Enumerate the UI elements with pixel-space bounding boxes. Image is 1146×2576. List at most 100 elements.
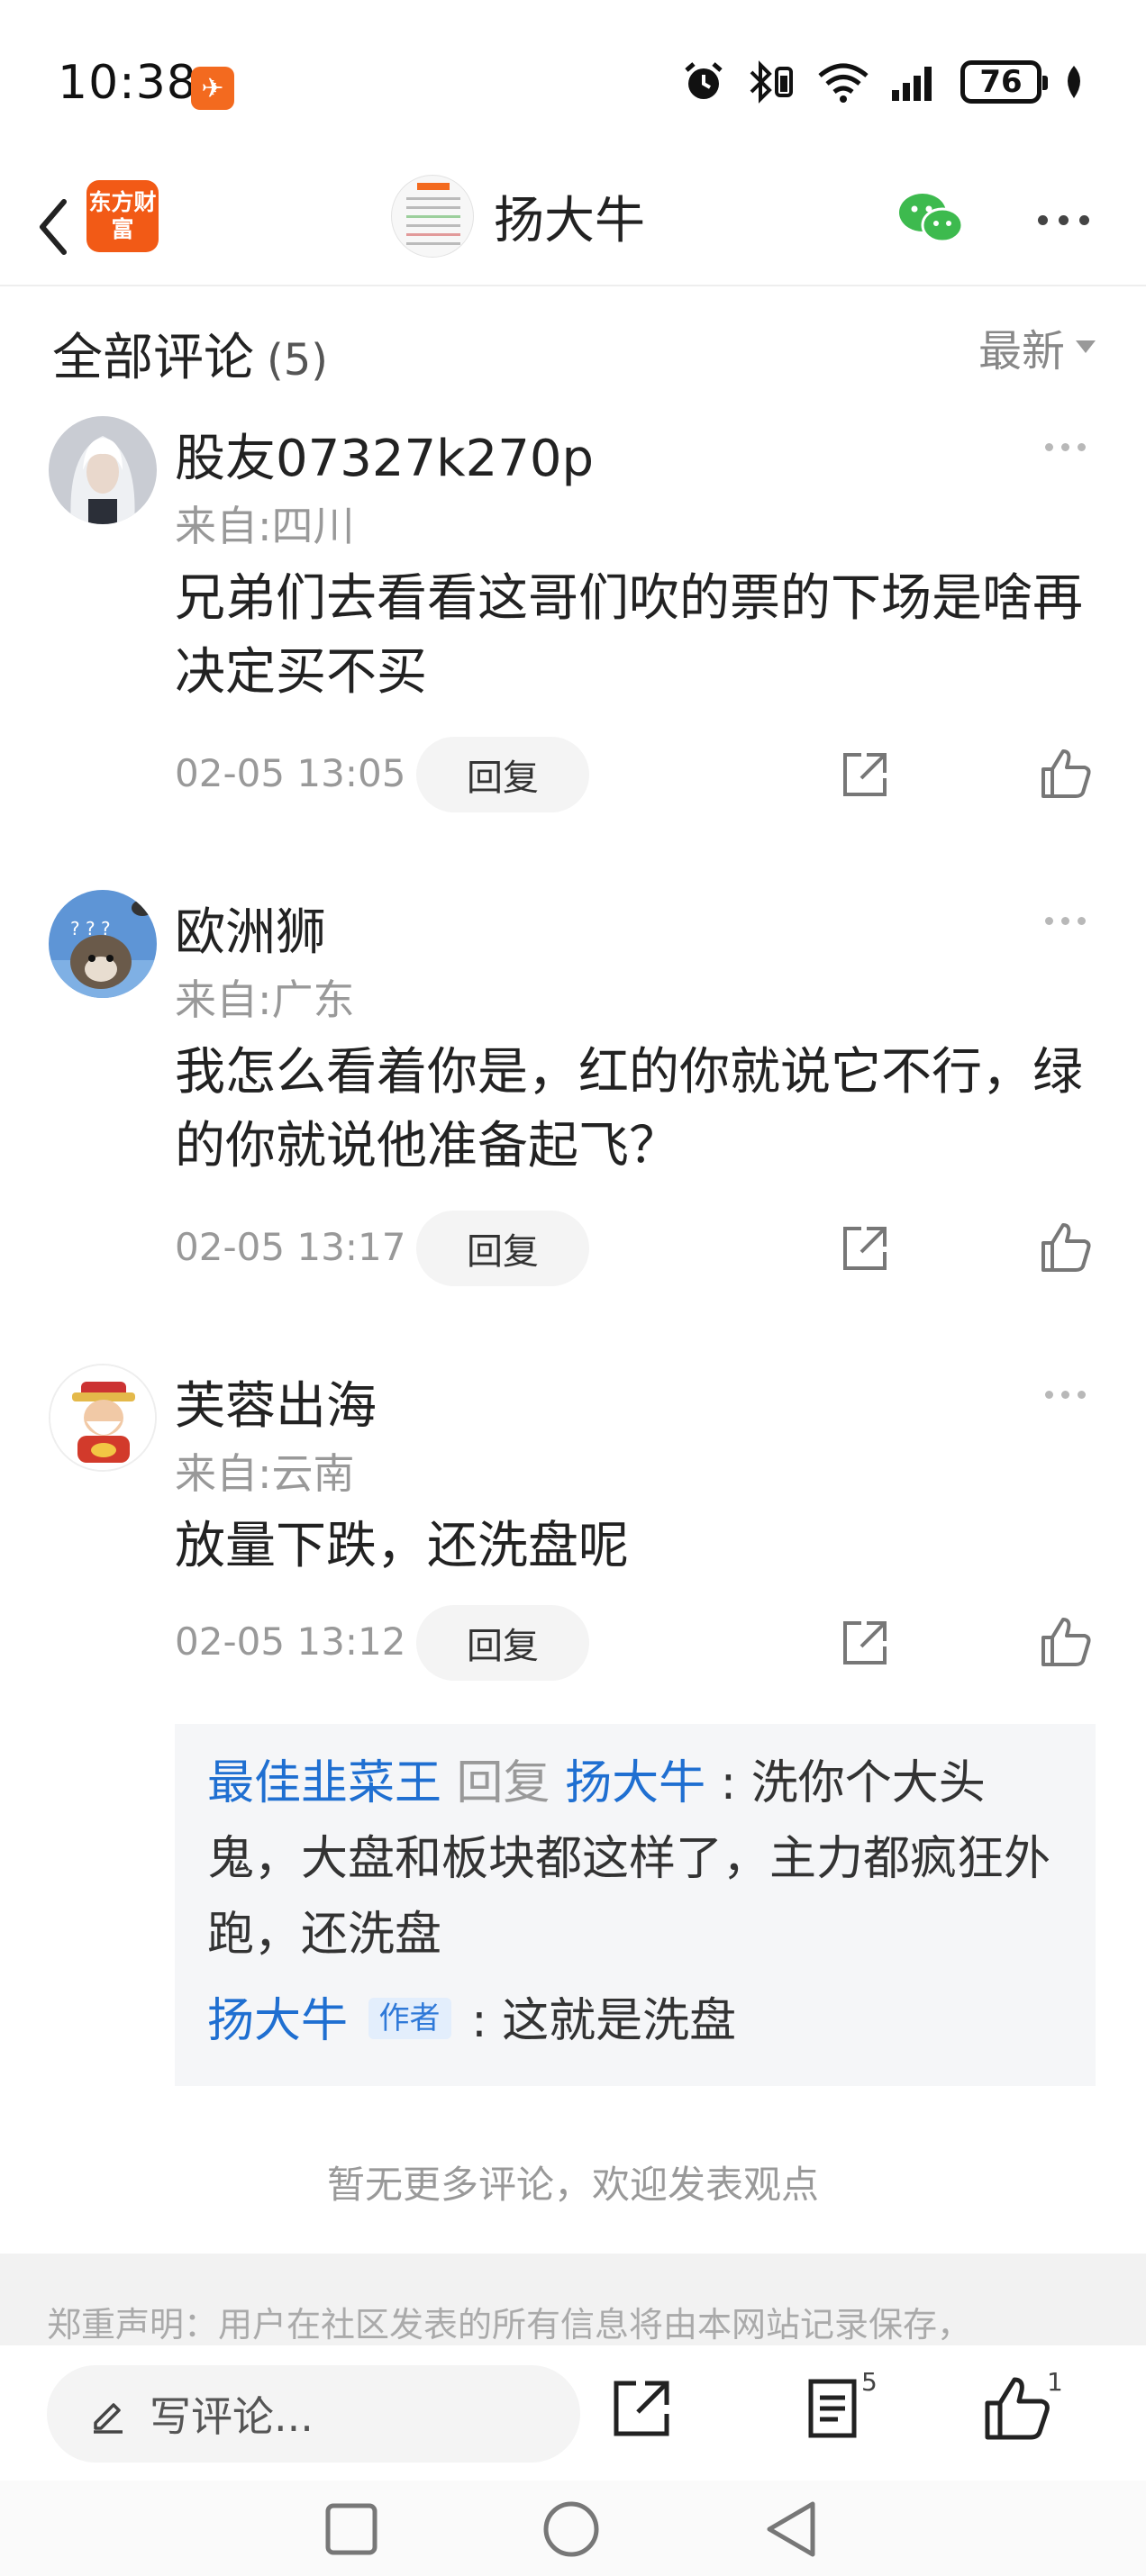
comments-title-group: 全部评论 (5) xyxy=(52,317,328,390)
top-nav-bar: 东方财富 扬大牛 xyxy=(0,171,1146,286)
bottom-action-bar: 写评论... 5 1 xyxy=(0,2345,1146,2481)
more-dot xyxy=(1078,214,1089,225)
comment-content: 我怎么看着你是，红的你就说它不行，绿的你就说他准备起飞？ xyxy=(175,1043,1083,1175)
comment-meta: 02-05 13:05 回复 xyxy=(0,737,1146,812)
comment-more-button[interactable] xyxy=(1045,1391,1086,1399)
share-icon[interactable] xyxy=(838,1221,892,1275)
like-icon[interactable] xyxy=(1038,1220,1094,1275)
comment-count-badge: 5 xyxy=(861,2367,878,2397)
status-icons: 76 xyxy=(681,59,1087,104)
more-dot xyxy=(1037,214,1048,225)
more-dot xyxy=(1078,443,1086,451)
comment-content: 放量下跌，还洗盘呢 xyxy=(175,1517,629,1575)
chevron-down-icon xyxy=(1076,340,1096,353)
like-count-badge: 1 xyxy=(1047,2367,1063,2397)
sub-replies-box[interactable]: 最佳韭菜王 回复 扬大牛 : 洗你个大头鬼，大盘和板块都这样了，主力都疯狂外跑，… xyxy=(175,1724,1096,2086)
comment-item: 芙蓉出海 来自:云南 放量下跌，还洗盘呢 02-05 13:12 回复 xyxy=(0,1364,1146,1688)
comments-title: 全部评论 xyxy=(52,329,254,387)
notification-app-icon: ✈ xyxy=(191,67,234,110)
recent-apps-button[interactable] xyxy=(323,2500,380,2558)
app-logo[interactable]: 东方财富 xyxy=(86,180,159,252)
more-options-button[interactable] xyxy=(1027,193,1099,247)
more-dot xyxy=(1045,443,1053,451)
comment-more-button[interactable] xyxy=(1045,443,1086,451)
avatar[interactable] xyxy=(49,416,157,524)
more-dot xyxy=(1045,917,1053,925)
disclaimer-text: 郑重声明：用户在社区发表的所有信息将由本网站记录保存， xyxy=(47,2305,972,2345)
nav-title-group[interactable]: 扬大牛 xyxy=(391,171,645,261)
reply-button[interactable]: 回复 xyxy=(416,1211,589,1286)
write-comment-input[interactable]: 写评论... xyxy=(47,2365,580,2463)
avatar-image xyxy=(49,416,157,524)
back-button[interactable] xyxy=(22,182,85,272)
comment-item: 股友07327k270p 来自:四川 兄弟们去看看这哥们吹的票的下场是啥再决定买… xyxy=(0,416,1146,812)
comment-list-icon[interactable] xyxy=(796,2372,869,2444)
like-icon[interactable] xyxy=(980,2372,1052,2444)
like-icon[interactable] xyxy=(1038,746,1094,802)
battery-indicator: 76 xyxy=(960,60,1048,104)
more-dot xyxy=(1045,1391,1053,1399)
comment-username[interactable]: 股友07327k270p xyxy=(175,418,594,491)
comment-timestamp: 02-05 13:05 xyxy=(175,751,406,795)
sub-reply-reply-word: 回复 xyxy=(456,1756,550,1810)
comment-username[interactable]: 欧洲狮 xyxy=(175,892,326,965)
more-dot xyxy=(1058,214,1069,225)
sub-reply-text: 这就是洗盘 xyxy=(502,1994,737,2048)
more-dot xyxy=(1078,1391,1086,1399)
share-icon[interactable] xyxy=(838,748,892,802)
more-dot xyxy=(1061,1391,1069,1399)
signal-icon xyxy=(892,67,932,101)
avatar[interactable]: ? ? ? xyxy=(49,890,157,998)
status-bar: 10:38 ✈ 76 xyxy=(0,0,1146,171)
sort-label: 最新 xyxy=(978,326,1065,376)
comment-content: 兄弟们去看看这哥们吹的票的下场是啥再决定买不买 xyxy=(175,569,1083,702)
sub-reply-target[interactable]: 扬大牛 xyxy=(565,1756,705,1810)
avatar-image: ? ? ? xyxy=(49,890,157,998)
disclaimer-section: 郑重声明：用户在社区发表的所有信息将由本网站记录保存， xyxy=(0,2254,1146,2345)
battery-level: 76 xyxy=(979,64,1023,100)
comments-header: 全部评论 (5) 最新 xyxy=(0,297,1146,396)
back-icon xyxy=(40,199,67,255)
clock: 10:38 xyxy=(58,56,197,110)
home-button[interactable] xyxy=(541,2499,602,2560)
comment-item: ? ? ? 欧洲狮 来自:广东 我怎么看着你是，红的你就说它不行，绿的你就说他准… xyxy=(0,890,1146,1286)
comment-timestamp: 02-05 13:17 xyxy=(175,1225,406,1269)
alarm-icon xyxy=(685,62,723,99)
avatar[interactable] xyxy=(49,1364,157,1472)
comment-meta: 02-05 13:12 回复 xyxy=(0,1605,1146,1681)
author-badge: 作者 xyxy=(368,1998,451,2039)
system-nav-bar xyxy=(0,2481,1146,2576)
wechat-share-button[interactable] xyxy=(896,187,968,250)
comment-timestamp: 02-05 13:12 xyxy=(175,1619,406,1664)
sort-dropdown[interactable]: 最新 xyxy=(978,315,1096,378)
comment-location: 来自:云南 xyxy=(175,1449,355,1498)
sub-reply-item[interactable]: 最佳韭菜王 回复 扬大牛 : 洗你个大头鬼，大盘和板块都这样了，主力都疯狂外跑，… xyxy=(207,1746,1063,1973)
comment-meta: 02-05 13:17 回复 xyxy=(0,1211,1146,1286)
share-icon[interactable] xyxy=(605,2372,678,2444)
system-back-button[interactable] xyxy=(762,2499,820,2560)
reply-button[interactable]: 回复 xyxy=(416,737,589,812)
like-icon[interactable] xyxy=(1038,1614,1094,1670)
sub-reply-item[interactable]: 扬大牛 作者 : 这就是洗盘 xyxy=(207,1983,1063,2059)
bluetooth-icon xyxy=(750,60,793,104)
write-comment-placeholder: 写评论... xyxy=(150,2392,314,2441)
sub-reply-user[interactable]: 扬大牛 xyxy=(207,1994,348,2048)
sub-reply-separator: : xyxy=(456,1994,503,2048)
reply-button[interactable]: 回复 xyxy=(416,1605,589,1681)
pencil-icon xyxy=(94,2403,123,2434)
sub-reply-separator: : xyxy=(705,1756,751,1810)
author-avatar[interactable] xyxy=(391,175,474,258)
comment-more-button[interactable] xyxy=(1045,917,1086,925)
more-dot xyxy=(1078,917,1086,925)
more-dot xyxy=(1061,917,1069,925)
leaf-icon xyxy=(1068,66,1080,98)
avatar-image xyxy=(50,1365,155,1470)
sub-reply-user[interactable]: 最佳韭菜王 xyxy=(207,1756,441,1810)
comment-username[interactable]: 芙蓉出海 xyxy=(175,1365,377,1438)
svg-text:? ? ?: ? ? ? xyxy=(70,918,111,939)
no-more-comments: 暂无更多评论，欢迎发表观点 xyxy=(326,2163,819,2207)
wifi-icon xyxy=(818,63,869,103)
comments-count: (5) xyxy=(267,335,328,385)
avatar-chart-image xyxy=(406,183,460,245)
share-icon[interactable] xyxy=(838,1616,892,1670)
